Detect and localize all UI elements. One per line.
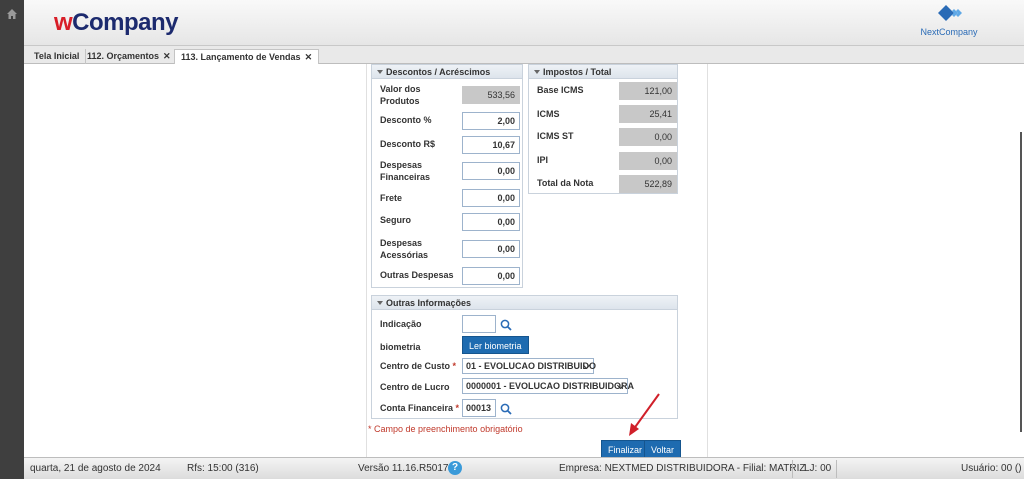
label-despesas-financeiras: Despesas Financeiras — [380, 160, 431, 182]
field-seguro[interactable]: 0,00 — [462, 213, 520, 231]
nextcompany-diamond-icon — [938, 5, 962, 21]
close-icon[interactable]: ✕ — [163, 51, 171, 61]
label-outras-despesas: Outras Despesas — [380, 270, 454, 280]
label-centro-custo: Centro de Custo * — [380, 361, 457, 371]
tab-orcamentos[interactable]: 112. Orçamentos ✕ — [81, 49, 178, 64]
select-centro-lucro[interactable]: 0000001 - EVOLUCAO DISTRIBUIDORA — [462, 378, 634, 394]
main-content: Descontos / Acréscimos Valor dos Produto… — [24, 64, 1024, 458]
annotation-arrow — [629, 393, 660, 436]
label-icms: ICMS — [537, 109, 560, 119]
label-valor-produtos: Valor dos Produtos — [380, 84, 421, 106]
label-frete: Frete — [380, 193, 403, 203]
nextcompany-logo: NextCompany — [914, 5, 984, 41]
voltar-button[interactable]: Voltar — [644, 440, 682, 458]
field-desconto-pct[interactable]: 2,00 — [462, 112, 520, 130]
left-rail — [0, 0, 24, 479]
status-empresa: Empresa: NEXTMED DISTRIBUIDORA - Filial:… — [559, 463, 806, 474]
status-lj: LJ: 00 — [804, 463, 832, 474]
search-icon[interactable] — [500, 403, 512, 415]
tab-lancamento-vendas[interactable]: 113. Lançamento de Vendas ✕ — [174, 49, 320, 64]
collapse-icon — [377, 70, 383, 74]
status-date: quarta, 21 de agosto de 2024 — [30, 463, 161, 474]
label-indicacao: Indicação — [380, 319, 422, 329]
field-conta-financeira[interactable]: 00013 — [462, 399, 496, 417]
field-ipi: 0,00 — [619, 152, 677, 170]
field-icms-st: 0,00 — [619, 128, 677, 146]
select-centro-custo[interactable]: 01 - EVOLUCAO DISTRIBUIDO — [462, 358, 596, 374]
nextcompany-text: NextCompany — [920, 27, 978, 37]
label-biometria: biometria — [380, 342, 421, 352]
sale-form: Descontos / Acréscimos Valor dos Produto… — [366, 64, 708, 458]
label-ipi: IPI — [537, 155, 549, 165]
field-total-nota: 522,89 — [619, 175, 677, 193]
label-desconto-pct: Desconto % — [380, 115, 432, 125]
status-usuario: Usuário: 00 () — [961, 463, 1022, 474]
collapse-icon — [377, 301, 383, 305]
status-bar: quarta, 21 de agosto de 2024 Rfs: 15:00 … — [24, 457, 1024, 479]
field-base-icms: 121,00 — [619, 82, 677, 100]
field-valor-produtos: 533,56 — [462, 86, 520, 104]
status-rfs: Rfs: 15:00 (316) — [187, 463, 259, 474]
field-outras-despesas[interactable]: 0,00 — [462, 267, 520, 285]
label-centro-lucro: Centro de Lucro — [380, 382, 450, 392]
field-desconto-rs[interactable]: 10,67 — [462, 136, 520, 154]
required-mark: * — [452, 361, 457, 371]
required-mark: * — [455, 403, 460, 413]
help-icon[interactable]: ? — [448, 461, 462, 475]
label-despesas-acessorias: Despesas Acessórias — [380, 238, 429, 260]
label-seguro: Seguro — [380, 215, 412, 225]
field-despesas-financeiras[interactable]: 0,00 — [462, 162, 520, 180]
panel-impostos: Impostos / Total Base ICMS 121,00 ICMS 2… — [528, 64, 678, 194]
field-indicacao[interactable] — [462, 315, 496, 333]
status-version: Versão 11.16.R5017 — [358, 463, 449, 474]
panel-outras-header[interactable]: Outras Informações — [372, 296, 677, 310]
panel-descontos-header[interactable]: Descontos / Acréscimos — [372, 65, 522, 79]
ler-biometria-button[interactable]: Ler biometria — [462, 336, 529, 354]
field-despesas-acessorias[interactable]: 0,00 — [462, 240, 520, 258]
finalizar-button[interactable]: Finalizar — [601, 440, 650, 458]
field-frete[interactable]: 0,00 — [462, 189, 520, 207]
close-icon[interactable]: ✕ — [305, 52, 313, 62]
collapse-icon — [534, 70, 540, 74]
home-icon[interactable] — [6, 8, 18, 20]
label-conta-financeira: Conta Financeira * — [380, 403, 460, 413]
wcompany-logo: wCompany — [54, 9, 179, 36]
label-base-icms: Base ICMS — [537, 85, 584, 95]
required-note: * Campo de preenchimento obrigatório — [368, 424, 523, 434]
tab-tela-inicial[interactable]: Tela Inicial — [28, 49, 87, 64]
label-icms-st: ICMS ST — [537, 131, 574, 141]
app-header: wCompany NextCompany — [24, 0, 1024, 46]
label-total-nota: Total da Nota — [537, 178, 594, 188]
panel-descontos: Descontos / Acréscimos Valor dos Produto… — [371, 64, 523, 288]
vertical-scrollbar[interactable] — [1020, 132, 1022, 432]
label-desconto-rs: Desconto R$ — [380, 139, 436, 149]
tab-bar: Tela Inicial 112. Orçamentos ✕ 113. Lança… — [24, 46, 1024, 64]
field-icms: 25,41 — [619, 105, 677, 123]
status-divider — [836, 460, 837, 478]
status-divider — [792, 460, 793, 478]
search-icon[interactable] — [500, 319, 512, 331]
panel-impostos-header[interactable]: Impostos / Total — [529, 65, 677, 79]
